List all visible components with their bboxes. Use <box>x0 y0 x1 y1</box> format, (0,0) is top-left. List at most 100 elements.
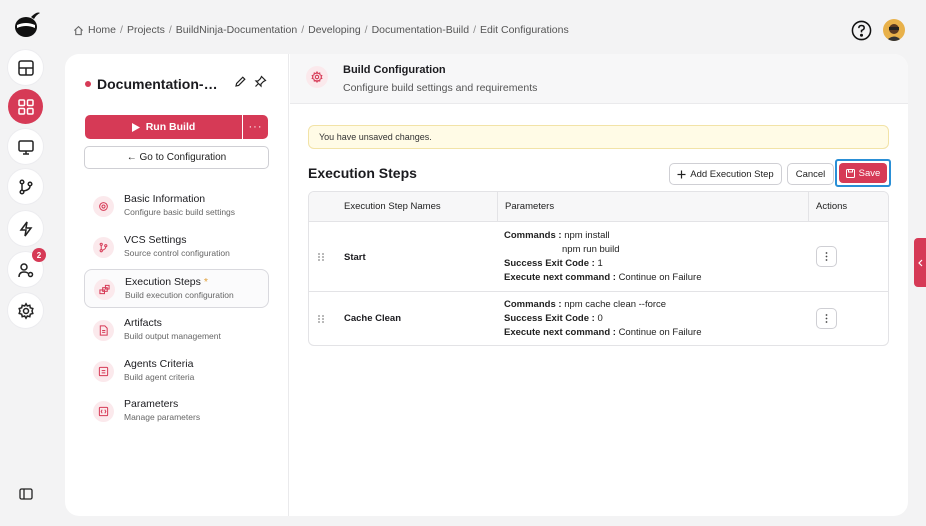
nav-icon-wrap <box>93 401 114 422</box>
drag-handle-icon[interactable] <box>317 252 325 262</box>
exit-code-value: 1 <box>597 258 603 269</box>
drag-handle-icon[interactable] <box>317 314 325 324</box>
nav-subtitle: Build execution configuration <box>125 290 234 300</box>
collapse-sidebar-button[interactable] <box>8 481 43 507</box>
add-step-label: Add Execution Step <box>690 168 774 180</box>
ninja-logo-icon[interactable] <box>11 9 41 39</box>
run-options-button[interactable]: ··· <box>243 115 268 139</box>
command-value: npm cache clean --force <box>564 299 667 310</box>
command-value: npm run build <box>562 244 620 255</box>
dashboard-icon <box>17 59 34 76</box>
more-vertical-icon <box>825 252 828 261</box>
breadcrumb-separator: / <box>364 24 368 36</box>
nav-parameters[interactable]: Parameters Manage parameters <box>84 392 269 431</box>
unsaved-changes-alert: You have unsaved changes. <box>308 125 889 149</box>
nav-icon-wrap <box>93 196 114 217</box>
settings-button[interactable] <box>8 293 43 328</box>
step-name: Cache Clean <box>344 313 402 324</box>
breadcrumb-project[interactable]: BuildNinja-Documentation <box>176 24 297 36</box>
step-name: Start <box>344 252 366 263</box>
run-build-button[interactable]: Run Build <box>85 115 242 139</box>
agents-button[interactable] <box>8 129 43 164</box>
steps-icon <box>99 284 110 295</box>
table-row: Cache Clean Commands : npm cache clean -… <box>309 292 888 345</box>
breadcrumb-projects[interactable]: Projects <box>127 24 165 36</box>
projects-button[interactable] <box>8 89 43 124</box>
nav-title: Artifacts <box>124 317 162 329</box>
nav-title: Basic Information <box>124 193 206 205</box>
cancel-button[interactable]: Cancel <box>787 163 834 185</box>
nav-icon-wrap <box>93 237 114 258</box>
save-button[interactable]: Save <box>839 163 887 183</box>
nav-subtitle: Build agent criteria <box>124 372 195 382</box>
breadcrumb-separator: / <box>301 24 305 36</box>
commands-label: Commands : <box>504 230 562 241</box>
section-title: Execution Steps <box>308 165 417 181</box>
side-panel-toggle[interactable] <box>914 238 926 287</box>
table-header: Execution Step Names Parameters Actions <box>309 192 888 222</box>
row-actions-button[interactable] <box>816 308 837 329</box>
nav-execution-steps[interactable]: Execution Steps * Build execution config… <box>84 269 269 308</box>
breadcrumb-build[interactable]: Documentation-Build <box>372 24 469 36</box>
help-icon[interactable] <box>851 20 872 41</box>
play-icon <box>131 122 140 132</box>
triggers-button[interactable] <box>8 211 43 246</box>
next-command-value: Continue on Failure <box>618 327 702 338</box>
nav-subtitle: Manage parameters <box>124 412 201 422</box>
nav-vcs-settings[interactable]: VCS Settings Source control configuratio… <box>84 228 269 267</box>
page-subtitle: Configure build settings and requirement… <box>343 82 538 94</box>
users-button[interactable]: 2 <box>8 248 46 287</box>
nav-icon-wrap <box>93 361 114 382</box>
file-icon <box>99 325 108 336</box>
dashboard-button[interactable] <box>8 50 43 85</box>
add-execution-step-button[interactable]: Add Execution Step <box>669 163 782 185</box>
pin-icon[interactable] <box>254 75 267 88</box>
breadcrumb-separator: / <box>120 24 123 36</box>
nav-agents-criteria[interactable]: Agents Criteria Build agent criteria <box>84 352 269 391</box>
breadcrumb-current: Edit Configurations <box>479 24 569 36</box>
edit-icon[interactable] <box>234 75 247 88</box>
content-header: Build Configuration Configure build sett… <box>290 54 908 104</box>
git-branch-icon <box>99 242 108 253</box>
nav-subtitle: Configure basic build settings <box>124 207 236 217</box>
nav-artifacts[interactable]: Artifacts Build output management <box>84 311 269 350</box>
breadcrumb-home[interactable]: Home <box>88 24 116 36</box>
grid-icon <box>17 98 34 115</box>
nav-basic-information[interactable]: Basic Information Configure basic build … <box>84 187 269 226</box>
column-header-actions: Actions <box>816 201 848 212</box>
command-value: npm install <box>564 230 610 241</box>
git-branch-icon <box>18 178 33 195</box>
avatar[interactable] <box>883 19 905 41</box>
nav-icon-wrap <box>93 320 114 341</box>
header-icon-wrap <box>306 66 328 88</box>
vcs-button[interactable] <box>8 169 43 204</box>
left-rail: 2 <box>0 0 52 526</box>
run-build-label: Run Build <box>145 121 196 133</box>
column-header-parameters: Parameters <box>505 201 555 212</box>
column-header-names: Execution Step Names <box>344 201 441 212</box>
build-title: Documentation-Build <box>85 76 227 92</box>
build-name: Documentation-Build <box>97 76 227 92</box>
save-icon <box>845 168 855 178</box>
nav-title: Execution Steps * <box>125 276 208 288</box>
status-dot <box>85 81 91 87</box>
go-to-configuration-button[interactable]: ← Go to Configuration <box>84 146 269 169</box>
breadcrumb-folder[interactable]: Developing <box>308 24 361 36</box>
exit-code-value: 0 <box>597 313 603 324</box>
execution-steps-table: Execution Step Names Parameters Actions … <box>308 191 889 346</box>
notification-badge: 2 <box>32 248 46 262</box>
lightning-icon <box>19 221 32 236</box>
exit-code-label: Success Exit Code : <box>504 258 595 269</box>
nav-title: Agents Criteria <box>124 358 194 370</box>
sidebar-toggle-icon <box>18 488 33 500</box>
save-label: Save <box>858 167 881 179</box>
nav-icon-wrap <box>94 279 115 300</box>
table-row: Start Commands : npm install npm run bui… <box>309 222 888 292</box>
nav-subtitle: Build output management <box>124 331 221 341</box>
nav-title: Parameters <box>124 398 179 410</box>
row-actions-button[interactable] <box>816 246 837 267</box>
required-marker: * <box>203 276 208 288</box>
page-title: Build Configuration <box>343 64 446 76</box>
breadcrumb-separator: / <box>168 24 172 36</box>
gear-icon <box>311 71 323 83</box>
